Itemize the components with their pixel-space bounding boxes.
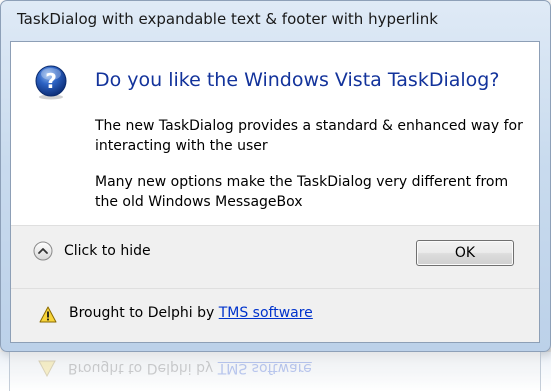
footer-area: Brought to Delphi by TMS software <box>11 289 539 342</box>
content-text-1: The new TaskDialog provides a standard &… <box>95 118 523 154</box>
button-area: Click to hide OK <box>11 225 539 288</box>
expando-label[interactable]: Click to hide <box>64 243 151 259</box>
window-reflection: Brought to Delphi by TMS software <box>0 352 551 391</box>
main-instruction: Do you like the Windows Vista TaskDialog… <box>95 69 500 91</box>
reflection-text: Brought to Delphi by TMS software <box>68 360 312 376</box>
content-text-2: Many new options make the TaskDialog ver… <box>95 174 509 210</box>
window-title: TaskDialog with expandable text & footer… <box>17 10 438 28</box>
tms-software-link[interactable]: TMS software <box>219 305 313 321</box>
warning-icon <box>39 306 57 323</box>
task-dialog-window: TaskDialog with expandable text & footer… <box>0 0 551 352</box>
svg-text:?: ? <box>45 69 57 93</box>
reflection-footer: Brought to Delphi by TMS software <box>9 352 541 391</box>
content-area: ? Do you like the Windows Vista TaskDial… <box>11 42 539 225</box>
warning-icon-reflection <box>38 360 56 377</box>
title-bar[interactable]: TaskDialog with expandable text & footer… <box>1 1 550 39</box>
reflection-link: TMS software <box>217 360 312 376</box>
footer-label: Brought to Delphi by <box>69 305 219 321</box>
question-icon: ? <box>35 65 67 100</box>
reflection-label: Brought to Delphi by <box>68 360 218 376</box>
chevron-up-circle-icon[interactable] <box>33 241 53 261</box>
dialog-client-area: ? Do you like the Windows Vista TaskDial… <box>10 41 540 343</box>
expando-toggle[interactable]: Click to hide <box>33 240 151 262</box>
ok-button[interactable]: OK <box>416 240 514 266</box>
footer-text: Brought to Delphi by TMS software <box>69 305 313 321</box>
